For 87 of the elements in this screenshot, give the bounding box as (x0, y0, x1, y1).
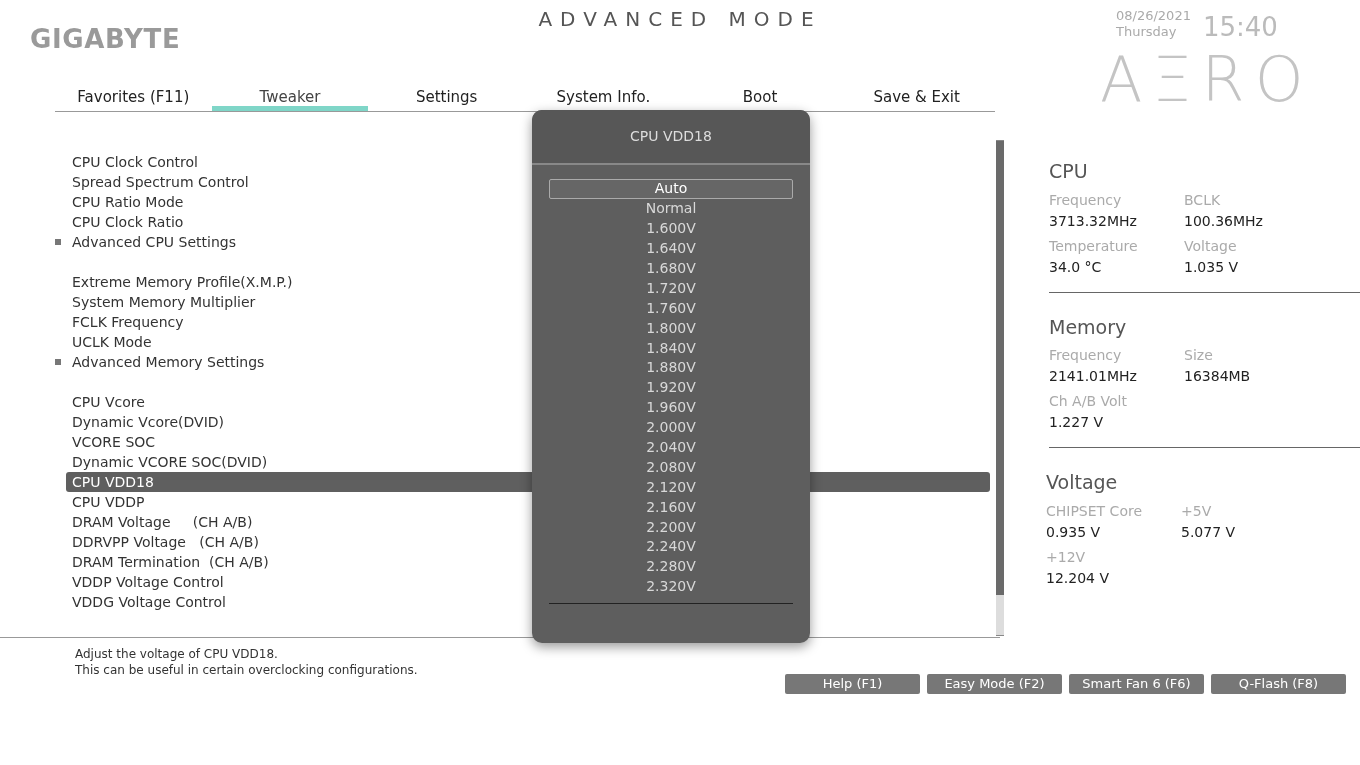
option-item[interactable]: 2.280V (549, 556, 793, 577)
option-item[interactable]: 1.760V (549, 298, 793, 319)
help-text: Adjust the voltage of CPU VDD18. (75, 646, 279, 662)
field-label: Ch A/B Volt (1049, 392, 1128, 411)
setting-row[interactable]: CPU Clock Ratio (66, 212, 184, 232)
field-value: 3713.32MHz (1049, 211, 1138, 231)
function-button[interactable]: Easy Mode (F2) (927, 674, 1062, 694)
option-item[interactable]: 2.200V (549, 517, 793, 538)
function-button[interactable]: Help (F1) (785, 674, 920, 694)
setting-row[interactable]: DRAM Voltage (CH A/B) (66, 512, 253, 532)
setting-row[interactable]: VDDP Voltage Control (66, 572, 224, 592)
field-value: 5.077 V (1181, 522, 1237, 542)
setting-row[interactable]: DDRVPP Voltage (CH A/B) (66, 532, 259, 552)
option-item[interactable]: 1.800V (549, 318, 793, 339)
option-item[interactable]: 2.320V (549, 576, 793, 597)
submenu-bullet-icon (55, 359, 61, 365)
day-text: Thursday (1116, 24, 1178, 41)
setting-row[interactable]: Dynamic Vcore(DVID) (66, 412, 225, 432)
series-logo: AΞRO (1100, 49, 1315, 111)
setting-row[interactable]: Extreme Memory Profile(X.M.P.) (66, 272, 293, 292)
field-label: +12V (1046, 547, 1087, 567)
field-label: Voltage (1184, 236, 1238, 256)
nav-tab[interactable]: Settings (368, 86, 525, 111)
option-item[interactable]: 1.720V (549, 278, 793, 299)
option-item[interactable]: Normal (549, 198, 793, 219)
setting-row[interactable]: Advanced Memory Settings (66, 352, 265, 372)
setting-row[interactable]: CPU VDD18 (66, 472, 532, 492)
field-value: 2141.01MHz (1049, 367, 1138, 386)
option-item[interactable]: 1.840V (549, 338, 793, 358)
section-title: Voltage (1046, 470, 1119, 495)
field-label: Temperature (1049, 236, 1139, 256)
setting-row[interactable]: CPU Clock Control (66, 152, 198, 172)
setting-row[interactable]: FCLK Frequency (66, 312, 184, 332)
field-value: 100.36MHz (1184, 211, 1264, 231)
time-text: 15:40 (1202, 11, 1278, 44)
field-value: 12.204 V (1046, 568, 1110, 588)
field-value: 0.935 V (1046, 522, 1102, 542)
setting-row[interactable]: VDDG Voltage Control (66, 592, 226, 612)
mode-title: ADVANCED MODE (538, 6, 822, 33)
setting-row[interactable]: CPU VDDP (66, 492, 145, 512)
popup-title: CPU VDD18 (630, 127, 712, 146)
option-item[interactable]: 1.600V (549, 218, 793, 239)
field-label: BCLK (1184, 190, 1222, 210)
field-value: 16384MB (1184, 367, 1252, 386)
setting-row[interactable]: CPU Vcore (66, 392, 145, 412)
option-item[interactable]: 2.000V (549, 417, 793, 438)
setting-row[interactable]: DRAM Termination (CH A/B) (66, 552, 269, 572)
setting-row[interactable]: CPU Ratio Mode (66, 192, 184, 212)
field-value: 1.035 V (1184, 257, 1240, 277)
date-text: 08/26/2021 (1116, 8, 1191, 25)
option-item[interactable]: 2.160V (549, 497, 793, 518)
option-item[interactable]: 1.960V (549, 397, 793, 418)
section-title: Memory (1049, 314, 1128, 340)
setting-row[interactable]: UCLK Mode (66, 332, 152, 352)
section-title: CPU (1049, 159, 1089, 184)
field-value: 1.227 V (1049, 413, 1105, 432)
function-button[interactable]: Q-Flash (F8) (1211, 674, 1346, 694)
field-label: CHIPSET Core (1046, 501, 1143, 521)
field-label: Frequency (1049, 346, 1123, 365)
nav-tab[interactable]: Save & Exit (838, 86, 996, 111)
field-label: Size (1184, 346, 1214, 365)
nav-tab[interactable]: System Info. (525, 86, 682, 111)
option-item[interactable]: 2.240V (549, 537, 793, 557)
option-item[interactable]: 2.040V (549, 437, 793, 458)
submenu-bullet-icon (55, 239, 61, 245)
option-item[interactable]: 2.120V (549, 477, 793, 498)
setting-row[interactable]: Spread Spectrum Control (66, 172, 249, 192)
nav-tab[interactable]: Favorites (F11) (55, 86, 212, 111)
help-text: This can be useful in certain overclocking configurations. (75, 662, 419, 678)
nav-tab[interactable]: Tweaker (211, 86, 369, 111)
field-value: 34.0 °C (1049, 257, 1103, 277)
option-item[interactable]: 1.640V (549, 238, 793, 259)
setting-row[interactable]: Advanced CPU Settings (66, 232, 236, 252)
setting-row[interactable]: System Memory Multiplier (66, 292, 256, 312)
option-item[interactable]: 1.680V (549, 258, 793, 279)
setting-row[interactable]: Dynamic VCORE SOC(DVID) (66, 452, 268, 472)
option-item[interactable]: 1.880V (549, 358, 793, 378)
nav-tab[interactable]: Boot (681, 86, 839, 111)
setting-row[interactable]: VCORE SOC (66, 432, 156, 452)
brand-logo: GIGABYTE (30, 24, 181, 54)
field-label: +5V (1181, 501, 1213, 521)
field-label: Frequency (1049, 190, 1123, 210)
scrollbar[interactable] (996, 140, 1004, 636)
option-item[interactable]: 1.920V (549, 377, 793, 398)
option-item[interactable]: 2.080V (549, 457, 793, 478)
function-button[interactable]: Smart Fan 6 (F6) (1069, 674, 1204, 694)
option-item[interactable]: Auto (549, 179, 793, 199)
